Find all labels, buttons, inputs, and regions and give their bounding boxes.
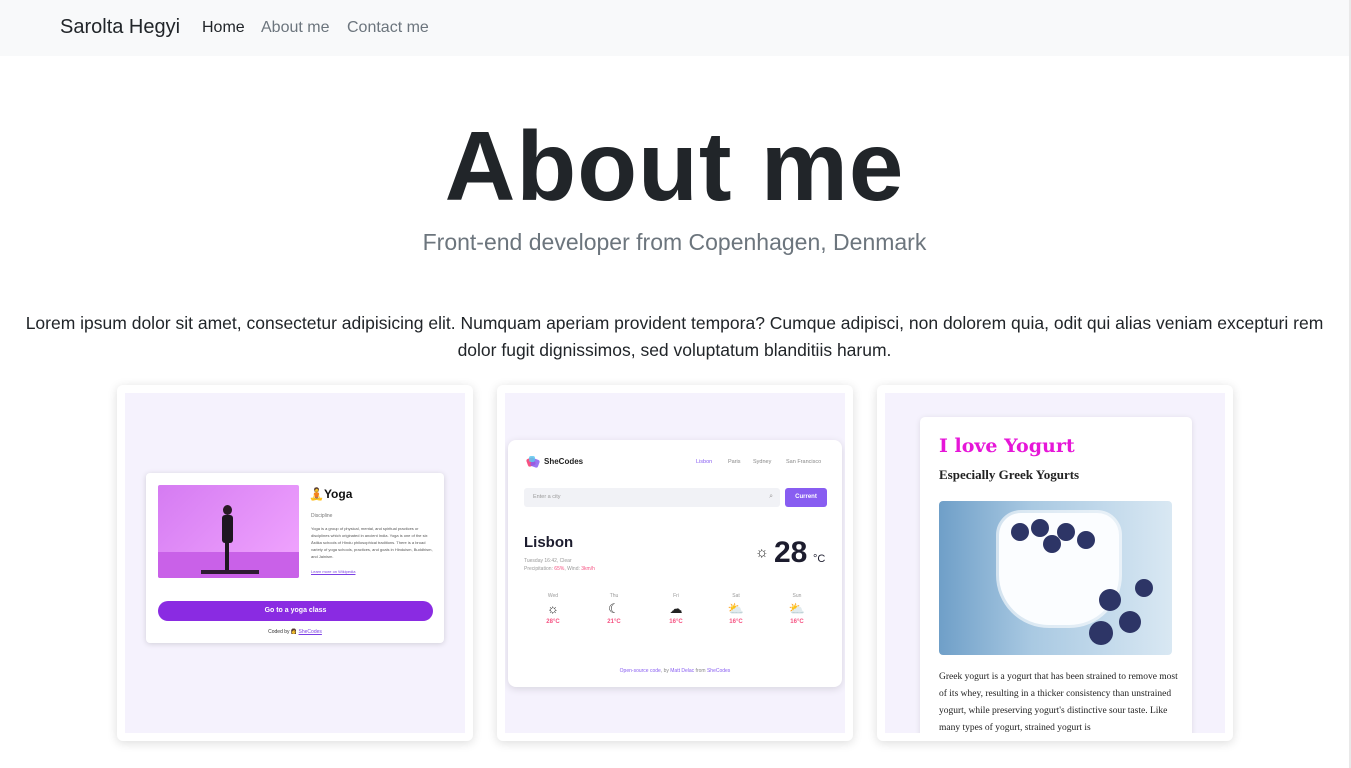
shecodes-link[interactable]: SheCodes	[707, 668, 730, 674]
sun-icon: ☼	[755, 544, 769, 561]
yoga-credit: Coded by 👩 SheCodes	[268, 629, 322, 635]
yogurt-text: Greek yogurt is a yogurt that has been s…	[939, 672, 1178, 733]
weather-search-input[interactable]: Enter a city ⌕	[524, 488, 780, 507]
brand-link[interactable]: Sarolta Hegyi	[60, 16, 180, 39]
yoga-credit-link[interactable]: SheCodes	[299, 629, 322, 635]
yogurt-subtitle: Especially Greek Yogurts	[939, 467, 1080, 482]
page-subtitle: Front-end developer from Copenhagen, Den…	[422, 229, 927, 255]
yoga-screenshot: 🧘Yoga Discipline Yoga is a group of phys…	[125, 393, 465, 733]
weather-unit: °C	[813, 553, 826, 565]
forecast-day: Thu ☾ 21°C	[594, 593, 634, 625]
intro-paragraph: Lorem ipsum dolor sit amet, consectetur …	[25, 313, 1324, 360]
forecast-day: Sat ⛅ 16°C	[716, 593, 756, 625]
weather-city: Lisbon	[524, 534, 574, 551]
weather-tab-lisbon[interactable]: Lisbon	[696, 459, 712, 465]
page-title: About me	[444, 111, 905, 221]
weather-tab-san-francisco[interactable]: San Francisco	[786, 459, 821, 465]
nav-contact-link[interactable]: Contact me	[347, 19, 429, 37]
project-card-yogurt[interactable]: I love Yogurt Especially Greek Yogurts G…	[877, 385, 1233, 741]
forecast-day: Fri ☁ 16°C	[656, 593, 696, 625]
shecodes-logo-icon	[526, 456, 540, 468]
yogurt-screenshot: I love Yogurt Especially Greek Yogurts G…	[885, 393, 1225, 733]
yogurt-photo	[939, 501, 1172, 655]
nav-home-link[interactable]: Home	[202, 19, 245, 37]
forecast-day: Wed ☼ 28°C	[533, 593, 573, 625]
weather-meta: Tuesday 16:42, Clear Precipitation: 65%,…	[524, 558, 595, 572]
weather-current-button[interactable]: Current	[785, 488, 827, 507]
yoga-description: Yoga is a group of physical, mental, and…	[311, 526, 433, 559]
forecast-day: Sun ⛅ 16°C	[777, 593, 817, 625]
partly-cloudy-icon: ⛅	[727, 601, 745, 616]
project-card-weather[interactable]: SheCodes Lisbon Paris Sydney San Francis…	[497, 385, 853, 741]
moon-icon: ☾	[608, 601, 620, 616]
search-icon: ⌕	[769, 493, 773, 500]
nav-about-link[interactable]: About me	[261, 19, 329, 37]
navbar: Sarolta Hegyi Home About me Contact me	[0, 0, 1349, 56]
sun-icon: ☼	[547, 601, 559, 616]
weather-logo-text: SheCodes	[544, 457, 584, 466]
weather-panel: SheCodes Lisbon Paris Sydney San Francis…	[508, 440, 842, 687]
open-source-link[interactable]: Open-source code	[620, 668, 661, 674]
yoga-class-button[interactable]: Go to a yoga class	[158, 601, 433, 621]
weather-credit: Open-source code, by Matt Delac from She…	[619, 668, 731, 674]
partly-cloudy-icon: ⛅	[788, 601, 806, 616]
weather-tab-sydney[interactable]: Sydney	[753, 459, 771, 465]
yoga-panel: 🧘Yoga Discipline Yoga is a group of phys…	[146, 473, 444, 643]
cloud-icon: ☁	[669, 601, 683, 616]
weather-temperature: 28	[774, 536, 808, 569]
yoga-wiki-link[interactable]: Learn more on Wikipedia	[311, 569, 355, 574]
yoga-discipline: Discipline	[311, 513, 333, 519]
project-card-yoga[interactable]: 🧘Yoga Discipline Yoga is a group of phys…	[117, 385, 473, 741]
yogurt-title: I love Yogurt	[939, 435, 1075, 457]
yoga-title: 🧘Yoga	[309, 487, 353, 501]
weather-screenshot: SheCodes Lisbon Paris Sydney San Francis…	[505, 393, 845, 733]
yogurt-panel: I love Yogurt Especially Greek Yogurts G…	[920, 417, 1192, 733]
author-link[interactable]: Matt Delac	[670, 668, 694, 674]
yoga-photo	[158, 485, 299, 578]
weather-tab-paris[interactable]: Paris	[728, 459, 741, 465]
